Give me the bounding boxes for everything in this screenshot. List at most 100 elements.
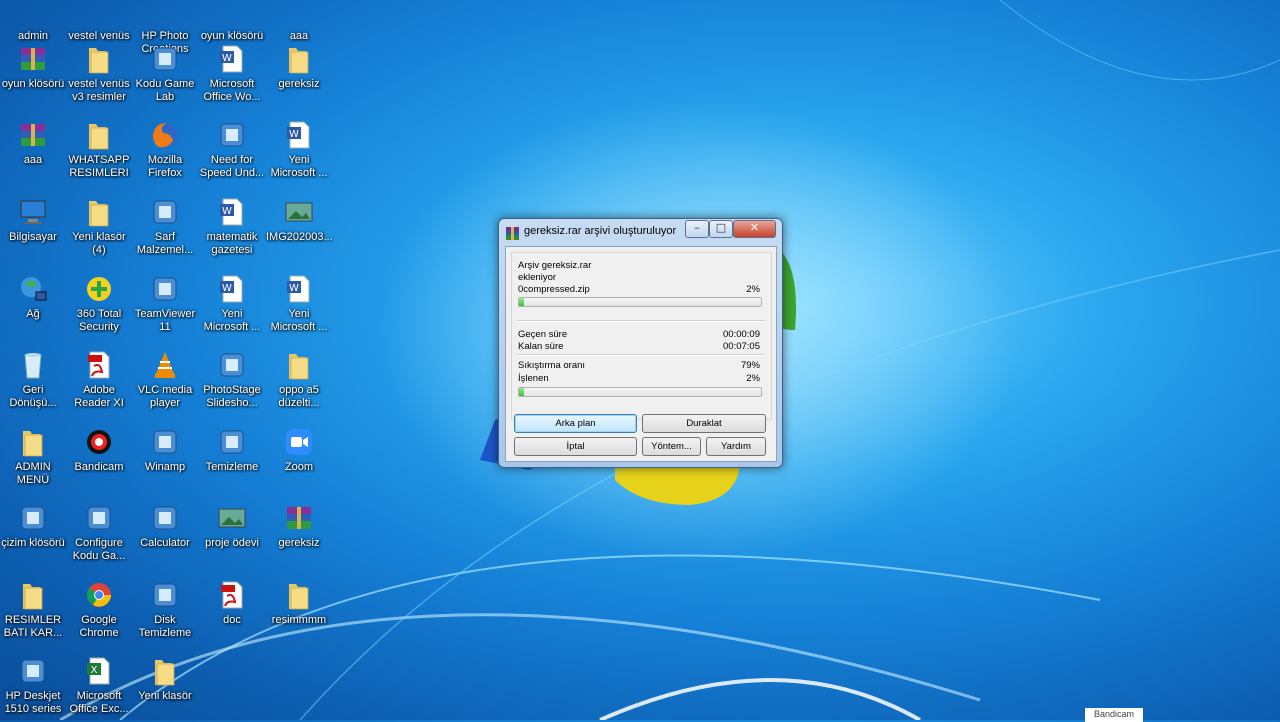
desktop-icon[interactable]: Sarf Malzemel...	[132, 195, 198, 257]
desktop-icon-label: Bandicam	[74, 461, 124, 473]
desktop-icon[interactable]: doc	[199, 578, 265, 627]
desktop-icon[interactable]: TeamViewer 11	[132, 272, 198, 334]
desktop-icon-label: Winamp	[144, 461, 186, 473]
desktop-icon[interactable]: çizim klösörü	[0, 501, 66, 550]
desktop-icon[interactable]: Disk Temizleme	[132, 578, 198, 640]
svg-text:W: W	[222, 283, 232, 294]
file-percent: 2%	[746, 284, 760, 295]
desktop-icon-label: Calculator	[140, 537, 190, 549]
desktop-icon[interactable]: vestel venüs	[66, 0, 132, 43]
desktop-icon[interactable]: HP Deskjet 1510 series	[0, 654, 66, 716]
dialog-client-area: Arşiv gereksiz.rar ekleniyor 0compressed…	[505, 246, 777, 462]
app-icon	[215, 348, 249, 382]
desktop-icon[interactable]: IMG202003...	[266, 195, 333, 244]
desktop-icon[interactable]: vestel venüs v3 resimler	[66, 42, 132, 104]
desktop-icon-label: ADMIN MENÜ	[15, 461, 51, 486]
current-file-name: 0compressed.zip	[518, 284, 590, 295]
desktop-icon[interactable]: gereksiz	[266, 501, 332, 550]
desktop-icon-label: WHATSAPP RESIMLERI	[68, 154, 130, 179]
recycle-icon	[16, 348, 50, 382]
desktop-icon[interactable]: VLC media player	[132, 348, 198, 410]
desktop-icon[interactable]: Need for Speed Und...	[199, 118, 265, 180]
rar-icon	[16, 42, 50, 76]
close-button[interactable]: ✕	[733, 220, 776, 238]
desktop-icon[interactable]: Wmatematik gazetesi	[199, 195, 265, 257]
app-icon	[148, 195, 182, 229]
desktop-icon-label: Configure Kodu Ga...	[72, 537, 126, 562]
desktop-icon[interactable]: Yeni klasör (4)	[66, 195, 132, 257]
folder-icon	[82, 195, 116, 229]
bandicam-icon	[82, 425, 116, 459]
desktop-icon[interactable]: W Yeni Microsoft ...	[266, 118, 332, 180]
desktop-icon[interactable]: 360 Total Security	[66, 272, 132, 334]
desktop-icon-label: matematik gazetesi	[206, 231, 258, 256]
desktop-icon-label: Yeni Microsoft ...	[203, 308, 261, 333]
desktop-icon[interactable]: Zoom	[266, 425, 332, 474]
desktop-icon[interactable]: Geri Dönüşü...	[0, 348, 66, 410]
desktop-icon[interactable]: WHATSAPP RESIMLERI	[66, 118, 132, 180]
desktop-icon[interactable]: oyun klösörü	[0, 42, 66, 91]
desktop-icon[interactable]: ADMIN MENÜ	[0, 425, 66, 487]
file-progress-bar	[518, 297, 762, 307]
desktop-icon[interactable]: Calculator	[132, 501, 198, 550]
desktop-icon-label: IMG202003...	[266, 231, 333, 243]
desktop-icon[interactable]: Configure Kodu Ga...	[66, 501, 132, 563]
minimize-button[interactable]: –	[685, 220, 709, 238]
desktop-icon-label: Mozilla Firefox	[147, 154, 183, 179]
network-icon	[16, 272, 50, 306]
desktop-icon[interactable]: aaa	[266, 0, 332, 43]
desktop-icon[interactable]: oppo a5 düzelti...	[266, 348, 332, 410]
desktop-icon[interactable]: admin	[0, 0, 66, 43]
desktop-icon-label: Need for Speed Und...	[199, 154, 265, 179]
desktop-icon-label: VLC media player	[137, 384, 193, 409]
maximize-button[interactable]: □	[709, 220, 733, 238]
desktop-icon[interactable]: Adobe Reader XI	[66, 348, 132, 410]
desktop-icon-label: çizim klösörü	[1, 537, 65, 549]
desktop-icon-label: Microsoft Office Exc...	[69, 690, 129, 715]
desktop-icon[interactable]: X Microsoft Office Exc...	[66, 654, 132, 716]
desktop-icon[interactable]: aaa	[0, 118, 66, 167]
desktop-icon[interactable]: proje ödevi	[199, 501, 265, 550]
desktop-icon-label: doc	[223, 614, 241, 626]
desktop-icon[interactable]: W Yeni Microsoft ...	[199, 272, 265, 334]
desktop-icon[interactable]: Temizleme	[199, 425, 265, 474]
pause-button[interactable]: Duraklat	[642, 414, 766, 433]
desktop-icon-label: Yeni Microsoft ...	[270, 154, 328, 179]
help-button[interactable]: Yardım	[706, 437, 766, 456]
desktop-icon-label: aaa	[23, 154, 43, 166]
desktop-icon[interactable]: Ağ	[0, 272, 66, 321]
computer-icon	[16, 195, 50, 229]
zoom-icon	[282, 425, 316, 459]
folder-icon	[16, 425, 50, 459]
desktop-icon[interactable]: gereksiz	[266, 42, 332, 91]
cancel-button[interactable]: İptal	[514, 437, 637, 456]
app-icon	[148, 578, 182, 612]
desktop-icon-label: Zoom	[284, 461, 314, 473]
mode-button[interactable]: Yöntem...	[642, 437, 701, 456]
desktop-icon[interactable]: resimmmm	[266, 578, 332, 627]
desktop-icon[interactable]: RESIMLER BATI KAR...	[0, 578, 66, 640]
desktop-icon[interactable]: W Microsoft Office Wo...	[199, 42, 265, 104]
desktop-icon[interactable]: Mozilla Firefox	[132, 118, 198, 180]
desktop-icon[interactable]: Yeni klasör	[132, 654, 198, 703]
background-button[interactable]: Arka plan	[514, 414, 637, 433]
desktop-icon[interactable]: oyun klösörü	[199, 0, 265, 43]
desktop-icon[interactable]: PhotoStage Slidesho...	[199, 348, 265, 410]
desktop-icon[interactable]: Bandicam	[66, 425, 132, 474]
desktop-icon-label: Yeni Microsoft ...	[270, 308, 328, 333]
app-icon	[215, 118, 249, 152]
desktop-icon[interactable]: Google Chrome	[66, 578, 132, 640]
desktop-icon-label: gereksiz	[278, 537, 320, 549]
desktop-icon-label: Microsoft Office Wo...	[203, 78, 261, 103]
desktop-icon[interactable]: Bilgisayar	[0, 195, 66, 244]
desktop-icon[interactable]: W Yeni Microsoft ...	[266, 272, 332, 334]
app-icon	[148, 501, 182, 535]
archive-line: Arşiv gereksiz.rar	[518, 260, 592, 271]
desktop-icon-label: Bilgisayar	[9, 231, 57, 243]
winrar-progress-dialog[interactable]: gereksiz.rar arşivi oluşturuluyor – □ ✕ …	[498, 218, 783, 468]
desktop-icon[interactable]: Kodu Game Lab	[132, 42, 198, 104]
word-icon: W	[282, 118, 316, 152]
desktop-icon-label: Yeni klasör (4)	[72, 231, 126, 256]
word-icon: W	[215, 195, 249, 229]
desktop-icon[interactable]: Winamp	[132, 425, 198, 474]
